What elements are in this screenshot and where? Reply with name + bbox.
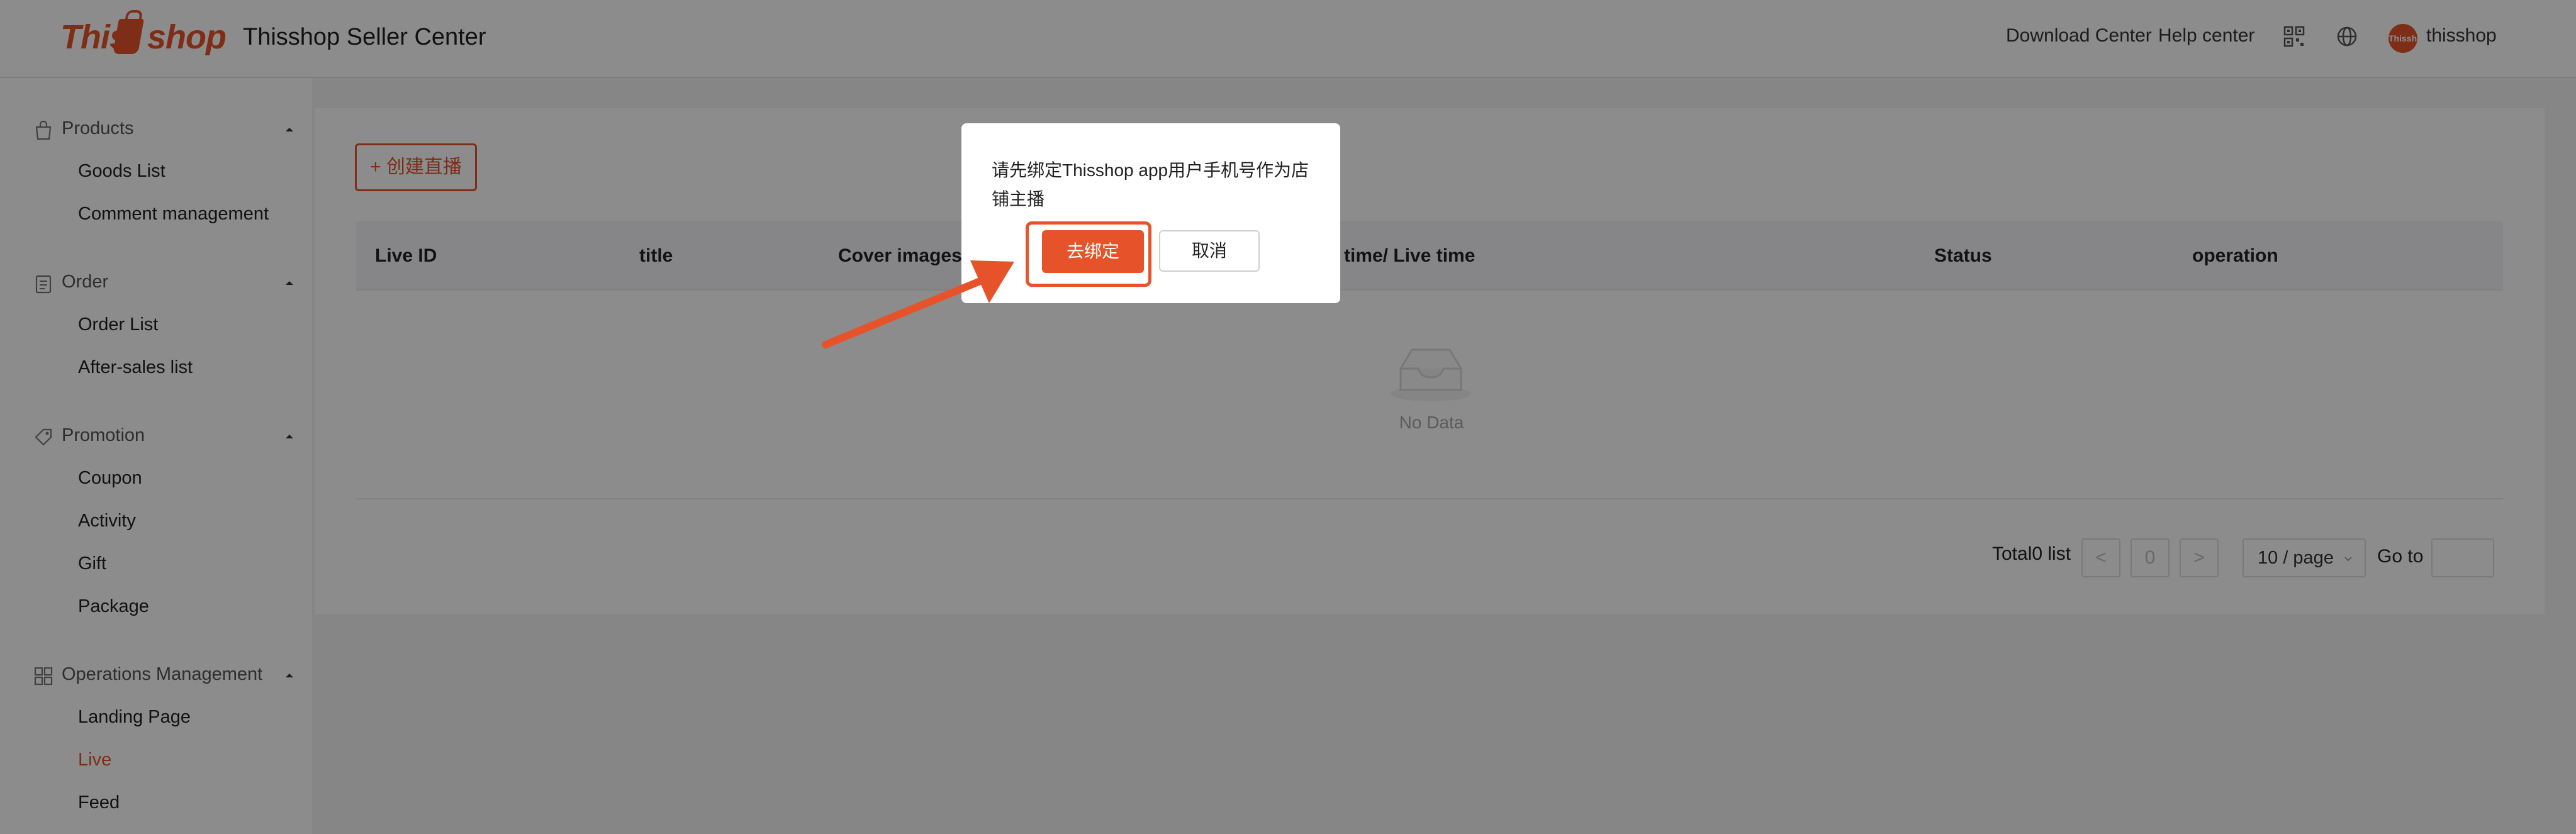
cancel-button[interactable]: 取消 [1159,230,1260,272]
bind-phone-dialog: 请先绑定Thisshop app用户手机号作为店铺主播 去绑定 取消 [961,123,1340,303]
dialog-message: 请先绑定Thisshop app用户手机号作为店铺主播 [992,160,1309,209]
go-bind-button[interactable]: 去绑定 [1042,230,1144,273]
